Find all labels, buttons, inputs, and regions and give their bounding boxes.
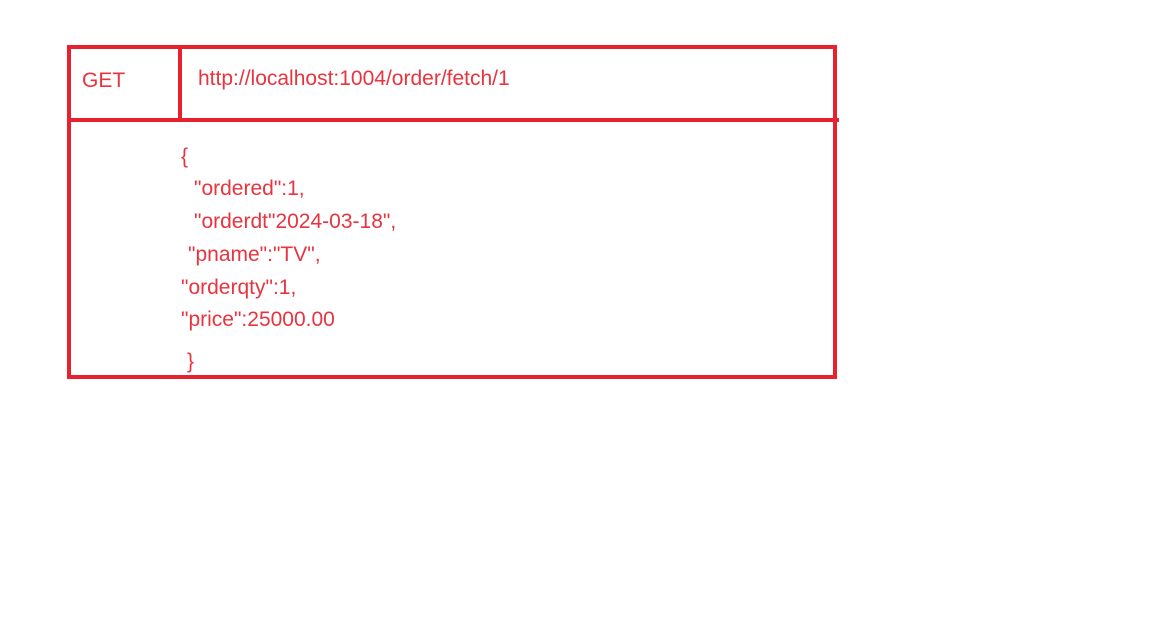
json-line-pname: "pname":"TV", xyxy=(188,243,321,266)
request-url: http://localhost:1004/order/fetch/1 xyxy=(198,67,510,90)
json-line-orderqty: "orderqty":1, xyxy=(181,276,297,299)
method-divider xyxy=(178,45,182,121)
http-method-label: GET xyxy=(82,69,126,92)
json-line-price: "price":25000.00 xyxy=(181,308,335,331)
json-close-brace: } xyxy=(187,350,195,373)
json-line-ordered: "ordered":1, xyxy=(194,177,305,200)
json-line-orderdt: "orderdt"2024-03-18", xyxy=(194,210,397,233)
header-divider xyxy=(67,118,839,122)
json-open-brace: { xyxy=(181,145,189,168)
